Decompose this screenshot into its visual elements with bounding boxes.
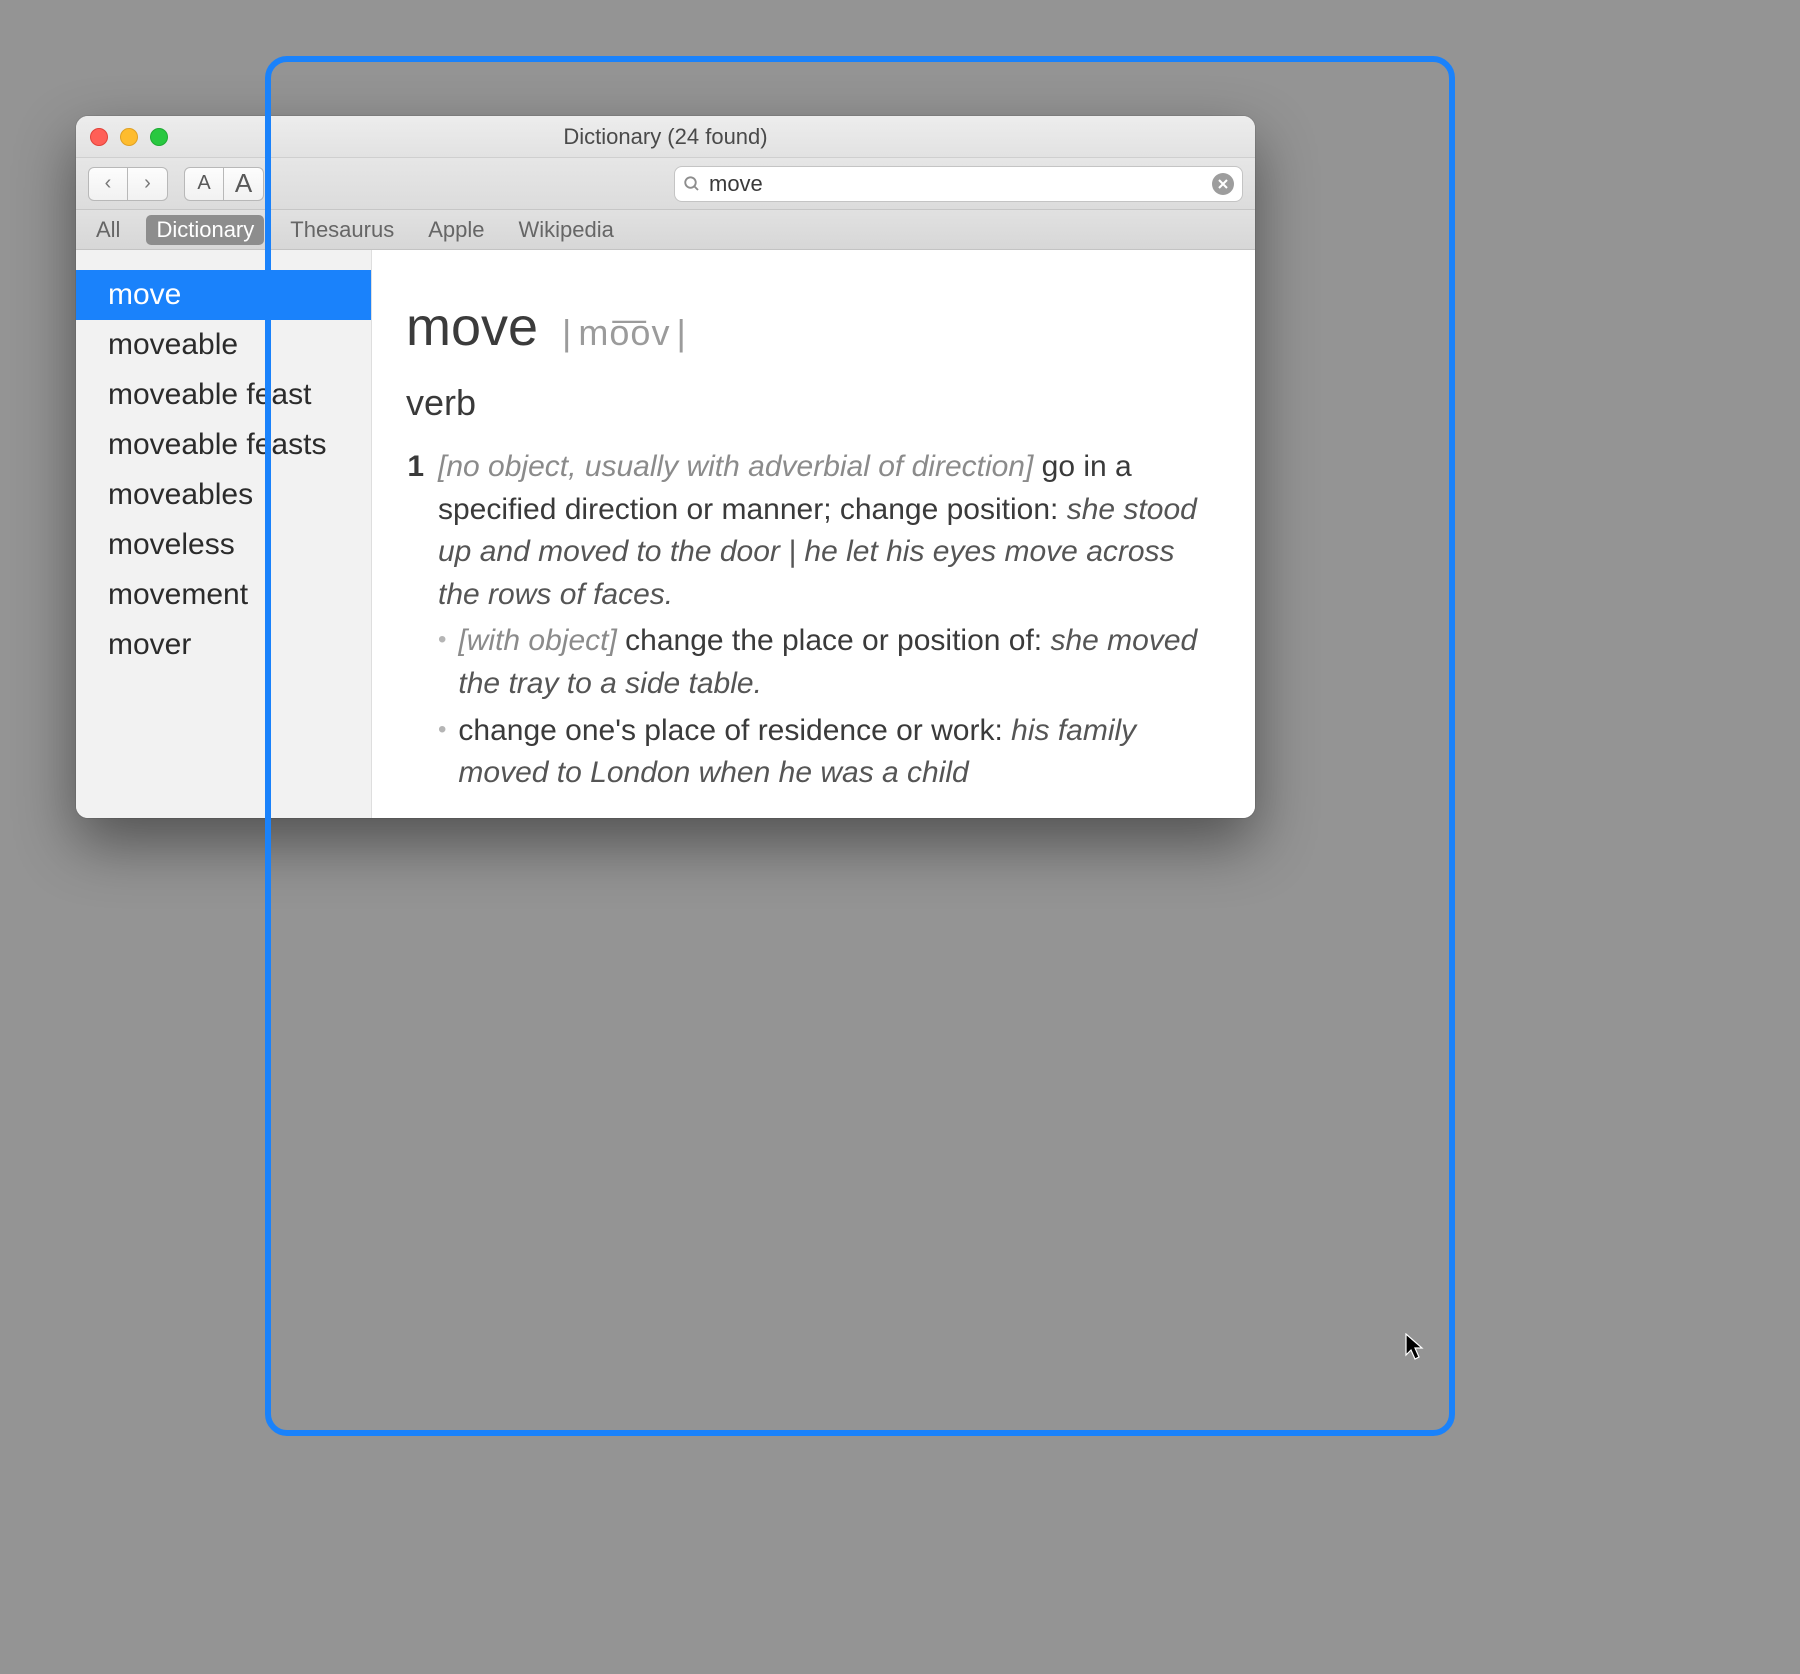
dictionary-window: Dictionary (24 found) ‹ › A A All Dicti xyxy=(76,116,1255,818)
subsense: • [with object] change the place or posi… xyxy=(438,620,1221,705)
search-box[interactable] xyxy=(674,166,1243,202)
subsense: • change one's place of residence or wor… xyxy=(438,710,1221,795)
list-item[interactable]: movement xyxy=(76,570,371,620)
toolbar: ‹ › A A xyxy=(76,158,1255,210)
source-tab-dictionary[interactable]: Dictionary xyxy=(146,215,264,245)
source-tabs: All Dictionary Thesaurus Apple Wikipedia xyxy=(76,210,1255,250)
minimize-button[interactable] xyxy=(120,128,138,146)
headword-row: move | mo͞ov | xyxy=(406,296,1221,358)
list-item[interactable]: moveable xyxy=(76,320,371,370)
nav-forward-button[interactable]: › xyxy=(128,167,168,201)
source-tab-apple[interactable]: Apple xyxy=(420,215,492,245)
list-item[interactable]: moveables xyxy=(76,470,371,520)
chevron-right-icon: › xyxy=(144,172,151,195)
cursor-icon xyxy=(1405,1333,1425,1366)
traffic-lights xyxy=(90,116,168,157)
example-separator: | xyxy=(780,535,804,568)
grammar-note: [with object] xyxy=(458,624,616,657)
sense: 1 [no object, usually with adverbial of … xyxy=(406,446,1221,795)
clear-search-button[interactable] xyxy=(1212,173,1234,195)
subsense-body: [with object] change the place or positi… xyxy=(458,620,1221,705)
bullet-icon: • xyxy=(438,718,446,795)
search-icon xyxy=(683,175,701,193)
list-item[interactable]: move xyxy=(76,270,371,320)
definition-pane[interactable]: move | mo͞ov | verb 1 [no object, usuall… xyxy=(372,250,1255,818)
nav-back-button[interactable]: ‹ xyxy=(88,167,128,201)
list-item[interactable]: moveless xyxy=(76,520,371,570)
results-sidebar[interactable]: move moveable moveable feast moveable fe… xyxy=(76,250,372,818)
nav-buttons: ‹ › xyxy=(88,167,168,201)
close-button[interactable] xyxy=(90,128,108,146)
list-item[interactable]: moveable feasts xyxy=(76,420,371,470)
pron-text: mo͞ov xyxy=(578,312,670,354)
font-larger-button[interactable]: A xyxy=(224,167,264,201)
chevron-left-icon: ‹ xyxy=(105,172,112,195)
definition-text: change the place or position of: xyxy=(625,624,1042,657)
search-input[interactable] xyxy=(709,171,1212,197)
source-tab-thesaurus[interactable]: Thesaurus xyxy=(282,215,402,245)
font-smaller-button[interactable]: A xyxy=(184,167,224,201)
grammar-note: [no object, usually with adverbial of di… xyxy=(438,450,1033,483)
source-tab-wikipedia[interactable]: Wikipedia xyxy=(511,215,622,245)
sense-body: [no object, usually with adverbial of di… xyxy=(438,446,1221,795)
sense-list: 1 [no object, usually with adverbial of … xyxy=(406,446,1221,795)
bullet-icon: • xyxy=(438,628,446,705)
sense-number: 1 xyxy=(406,446,424,795)
headword: move xyxy=(406,296,538,358)
zoom-button[interactable] xyxy=(150,128,168,146)
pronunciation: | mo͞ov | xyxy=(562,312,687,354)
font-size-buttons: A A xyxy=(184,167,264,201)
titlebar[interactable]: Dictionary (24 found) xyxy=(76,116,1255,158)
pron-close: | xyxy=(676,312,686,354)
list-item[interactable]: mover xyxy=(76,620,371,670)
window-title: Dictionary (24 found) xyxy=(563,124,767,150)
app-body: move moveable moveable feast moveable fe… xyxy=(76,250,1255,818)
pron-open: | xyxy=(562,312,572,354)
part-of-speech: verb xyxy=(406,382,1221,424)
subsense-body: change one's place of residence or work:… xyxy=(458,710,1221,795)
list-item[interactable]: moveable feast xyxy=(76,370,371,420)
source-tab-all[interactable]: All xyxy=(88,215,128,245)
definition-text: change one's place of residence or work: xyxy=(458,714,1002,747)
